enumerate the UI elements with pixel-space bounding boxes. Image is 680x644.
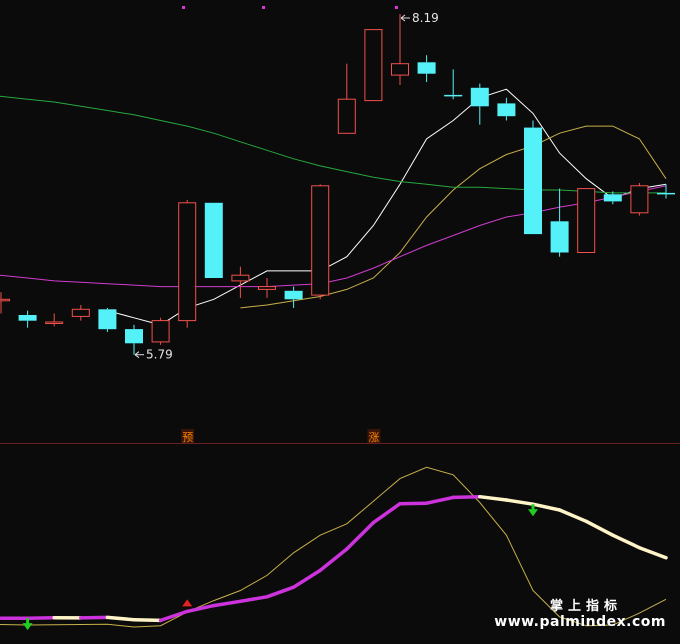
candle-body xyxy=(71,308,90,317)
indicator-segment xyxy=(291,568,322,589)
candle-body xyxy=(45,321,64,324)
watermark-title: 掌上指标 xyxy=(549,599,622,614)
indicator-segment xyxy=(371,501,402,525)
candle xyxy=(630,182,649,216)
candle-body xyxy=(0,298,10,302)
indicator-segment xyxy=(212,599,243,608)
candle xyxy=(178,200,197,328)
candle-body xyxy=(18,315,37,321)
candle xyxy=(204,202,223,278)
candle-body xyxy=(337,98,356,134)
indicator-segment xyxy=(345,520,376,551)
stock-chart: 8.19 5.79 预 涨 掌上指标 www.palmindex.com xyxy=(0,0,680,644)
candle xyxy=(151,317,170,345)
candle-body xyxy=(125,329,143,344)
candle xyxy=(0,292,10,314)
candle-body xyxy=(178,202,197,322)
candle xyxy=(125,324,143,355)
signal-tag: 涨 xyxy=(367,429,381,444)
candle xyxy=(45,313,64,327)
candle-body xyxy=(231,274,250,282)
candle-body xyxy=(391,63,409,76)
indicator-segment xyxy=(451,494,482,500)
candle xyxy=(550,188,569,257)
marker-dot xyxy=(182,6,185,9)
indicator-segment xyxy=(265,585,296,599)
candle xyxy=(71,305,90,321)
candle xyxy=(657,184,675,199)
candle xyxy=(284,286,303,308)
price-low-label: 5.79 xyxy=(146,348,173,362)
indicator-segment xyxy=(584,519,615,537)
candle xyxy=(258,278,276,298)
indicator-segment xyxy=(79,615,110,620)
candle-body xyxy=(258,286,276,290)
ma-line-4 xyxy=(0,95,666,194)
signal-up-arrow-icon xyxy=(182,599,193,607)
candle xyxy=(18,310,37,328)
candle-body xyxy=(311,185,330,296)
candle-body xyxy=(524,127,542,235)
candle-body xyxy=(284,290,303,300)
candle xyxy=(470,83,489,125)
marker-dot xyxy=(262,6,265,9)
candle-body xyxy=(98,309,117,330)
indicator-segment xyxy=(238,595,269,604)
candle-body xyxy=(470,87,489,107)
candle xyxy=(98,307,117,332)
price-high-label: 8.19 xyxy=(412,11,439,25)
indicator-segment xyxy=(318,547,349,573)
candle-body xyxy=(630,185,649,214)
candle xyxy=(311,184,330,300)
indicator-segment xyxy=(424,495,455,505)
signal-tag-label: 预 xyxy=(182,431,193,444)
chart-canvas: 8.19 5.79 预 涨 xyxy=(0,6,680,631)
indicator-segment xyxy=(478,494,509,502)
candle xyxy=(444,69,463,100)
indicator-segment xyxy=(557,508,588,524)
indicator-segment xyxy=(531,502,562,512)
indicator-segment xyxy=(504,498,535,506)
signal-down-arrow-icon xyxy=(22,618,33,631)
candle xyxy=(524,120,542,235)
indicator-segment xyxy=(105,615,136,622)
candle-body xyxy=(497,103,516,117)
candle-body xyxy=(444,94,463,97)
candle xyxy=(577,188,596,254)
candle xyxy=(417,55,436,83)
candle xyxy=(364,29,383,102)
marker-dot xyxy=(395,6,398,9)
candle xyxy=(497,97,516,121)
candle-body xyxy=(151,320,170,343)
indicator-segment xyxy=(637,545,668,560)
indicator-segment xyxy=(611,533,642,550)
candle-body xyxy=(417,62,436,74)
indicator-segment xyxy=(398,501,429,506)
candle xyxy=(337,63,356,134)
candle-body xyxy=(577,188,596,254)
candle-body xyxy=(603,194,622,202)
indicator-segment xyxy=(25,615,56,620)
watermark-url: www.palmindex.com xyxy=(494,614,666,630)
indicator-segment xyxy=(132,617,163,623)
candle-body xyxy=(364,29,383,102)
signal-tag: 预 xyxy=(181,429,195,444)
signal-tag-label: 涨 xyxy=(368,431,379,444)
ma-line-2 xyxy=(240,125,667,309)
candle-body xyxy=(204,202,223,278)
candle-body xyxy=(657,192,675,195)
candle-body xyxy=(550,221,569,253)
candle xyxy=(391,14,409,85)
